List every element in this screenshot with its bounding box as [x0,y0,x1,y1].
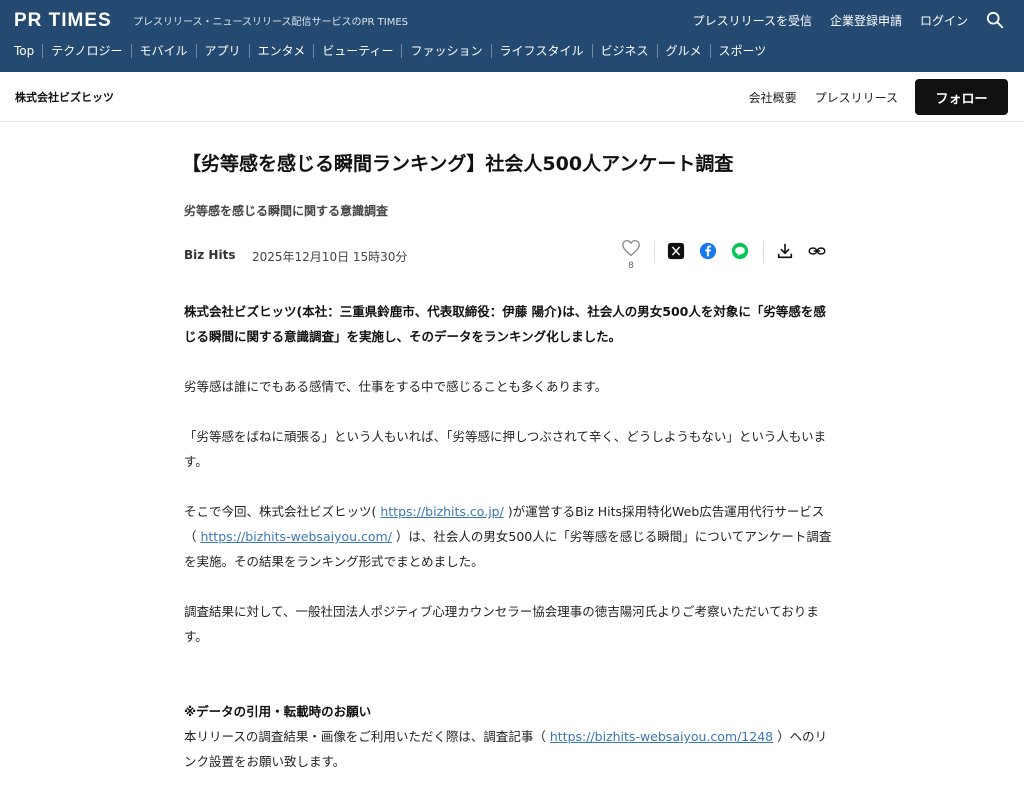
article-subtitle: 劣等感を感じる瞬間に関する意識調査 [184,204,389,218]
x-share-icon[interactable] [667,242,685,260]
bizhits-websaiyou-link[interactable]: https://bizhits-websaiyou.com/ [200,529,391,544]
login-link[interactable]: ログイン [920,12,968,29]
citation-note-text: 本リリースの調査結果・画像をご利用いただく際は、調査記事（ https://bi… [184,724,834,774]
article-lead: 株式会社ビズヒッツ(本社：三重県鈴鹿市、代表取締役：伊藤 陽介)は、社会人の男女… [184,304,826,344]
category-lifestyle[interactable]: ライフスタイル [490,44,592,58]
share-divider [763,241,764,263]
category-technology[interactable]: テクノロジー [42,44,130,58]
site-header: PR TIMES プレスリリース・ニュースリリース配信サービスのPR TIMES… [0,0,1024,72]
category-fashion[interactable]: ファッション [401,44,490,58]
category-nav: Top テクノロジー モバイル アプリ エンタメ ビューティー ファッション ラ… [14,44,774,58]
follow-button[interactable]: フォロー [915,79,1008,115]
heart-icon [622,239,640,257]
like-count: 8 [628,261,634,271]
category-top[interactable]: Top [14,44,42,58]
category-entertainment[interactable]: エンタメ [248,44,314,58]
search-icon[interactable] [986,11,1004,29]
article-paragraph: そこで今回、株式会社ビズヒッツ( https://bizhits.co.jp/ … [184,499,834,574]
download-icon[interactable] [776,242,794,260]
article-title: 【劣等感を感じる瞬間ランキング】社会人500人アンケート調査 [182,153,734,175]
company-releases-link[interactable]: プレスリリース [815,89,898,106]
article-date: 2025年12月10日 15時30分 [252,250,408,264]
article: 【劣等感を感じる瞬間ランキング】社会人500人アンケート調査 劣等感を感じる瞬間… [182,150,834,774]
category-business[interactable]: ビジネス [591,44,657,58]
company-links: 会社概要 プレスリリース [749,89,898,106]
article-author[interactable]: Biz Hits [184,248,235,262]
line-share-icon[interactable] [731,242,749,260]
company-name-link[interactable]: 株式会社ビズヒッツ [15,89,114,105]
article-paragraph: 「劣等感をばねに頑張る」という人もいれば、「劣等感に押しつぶされて辛く、どうしよ… [184,429,827,469]
article-body: 株式会社ビズヒッツ(本社：三重県鈴鹿市、代表取締役：伊藤 陽介)は、社会人の男女… [184,299,834,774]
paragraph-text: そこで今回、株式会社ビズヒッツ( [184,504,381,519]
copy-link-icon[interactable] [808,242,826,260]
receive-releases-link[interactable]: プレスリリースを受信 [693,12,812,29]
article-paragraph: 劣等感は誰にでもある感情で、仕事をする中で感じることも多くあります。 [184,379,608,394]
pr-times-logo[interactable]: PR TIMES [14,10,112,32]
article-paragraph: 調査結果に対して、一般社団法人ポジティブ心理カウンセラー協会理事の徳吉陽河氏より… [184,604,819,644]
category-mobile[interactable]: モバイル [130,44,196,58]
bizhits-link[interactable]: https://bizhits.co.jp/ [380,504,503,519]
category-sports[interactable]: スポーツ [709,44,775,58]
paragraph-text: 本リリースの調査結果・画像をご利用いただく際は、調査記事（ [184,729,550,744]
like-button[interactable]: 8 [620,239,642,271]
company-register-link[interactable]: 企業登録申請 [830,12,902,29]
survey-article-link[interactable]: https://bizhits-websaiyou.com/1248 [550,729,773,744]
citation-note-title: ※データの引用・転載時のお願い [184,704,372,719]
company-overview-link[interactable]: 会社概要 [749,89,797,106]
header-actions: プレスリリースを受信 企業登録申請 ログイン [693,11,1004,29]
share-divider [654,241,655,263]
company-bar: 株式会社ビズヒッツ 会社概要 プレスリリース フォロー [0,72,1024,122]
share-bar: 8 [620,239,840,273]
article-meta: Biz Hits 2025年12月10日 15時30分 8 [184,239,834,271]
category-beauty[interactable]: ビューティー [313,44,401,58]
site-tagline: プレスリリース・ニュースリリース配信サービスのPR TIMES [133,17,409,28]
category-gourmet[interactable]: グルメ [656,44,710,58]
category-app[interactable]: アプリ [195,44,249,58]
facebook-share-icon[interactable] [699,242,717,260]
